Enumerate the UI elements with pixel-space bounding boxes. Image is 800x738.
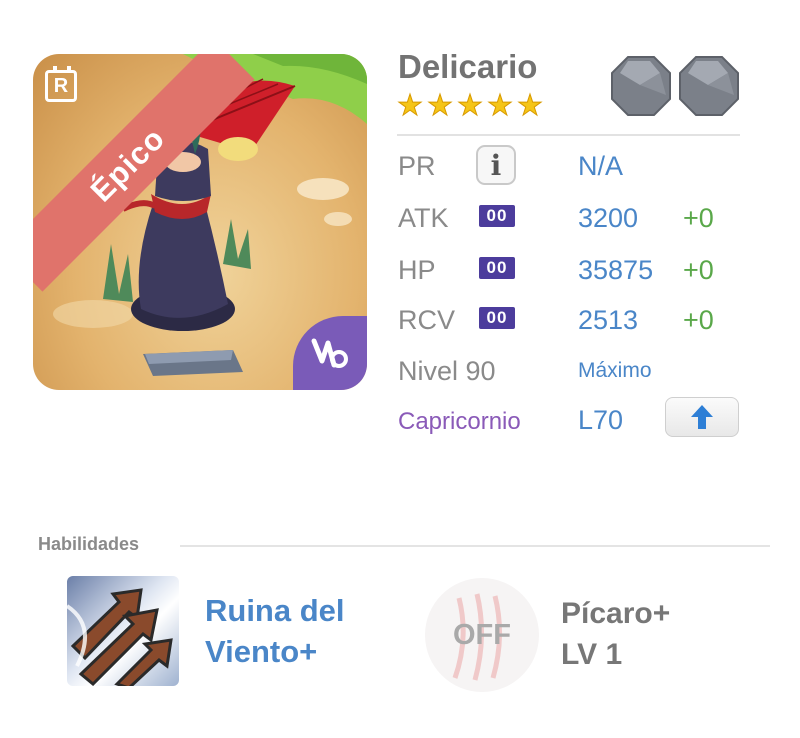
evolution-stone-icon[interactable] xyxy=(678,55,740,117)
hp-value: 35875 xyxy=(578,255,654,285)
star-icon: ★ xyxy=(517,90,544,122)
arrow-up-icon xyxy=(691,405,713,429)
active-skill-icon[interactable] xyxy=(67,576,179,686)
level-status: Máximo xyxy=(578,359,652,382)
passive-skill-icon[interactable]: OFF xyxy=(425,578,539,692)
passive-skill-level: LV 1 xyxy=(561,638,623,671)
active-skill-name-line: Ruina del xyxy=(205,593,345,628)
upgrade-button[interactable] xyxy=(665,397,739,437)
badge-letter: R xyxy=(53,74,69,97)
pr-label: PR xyxy=(398,151,436,181)
rcv-label: RCV xyxy=(398,305,456,335)
passive-skill-name[interactable]: Pícaro+ LV 1 xyxy=(561,593,670,675)
active-skill-name-line: Viento+ xyxy=(205,634,318,669)
hp-plus-badge: 00 xyxy=(479,257,515,279)
star-icon: ★ xyxy=(457,90,484,122)
character-name: Delicario xyxy=(398,48,538,85)
rcv-value: 2513 xyxy=(578,305,639,335)
info-icon[interactable]: i xyxy=(476,145,516,185)
header-divider xyxy=(397,134,740,136)
atk-plus-badge: 00 xyxy=(479,205,515,227)
passive-status: OFF xyxy=(453,618,511,651)
active-skill-name[interactable]: Ruina del Viento+ xyxy=(205,590,405,672)
character-portrait[interactable]: Épico R xyxy=(33,54,367,390)
atk-bonus: +0 xyxy=(683,203,714,233)
star-icon: ★ xyxy=(427,90,454,122)
rcv-plus-badge: 00 xyxy=(479,307,515,329)
pr-value: N/A xyxy=(578,151,624,181)
zodiac-sign-label: Capricornio xyxy=(398,408,521,435)
star-icon: ★ xyxy=(487,90,514,122)
hp-bonus: +0 xyxy=(683,255,714,285)
rental-badge-icon: R xyxy=(45,66,77,102)
atk-label: ATK xyxy=(398,203,449,233)
evolution-stone-icon[interactable] xyxy=(610,55,672,117)
star-rating: ★ ★ ★ ★ ★ xyxy=(397,90,544,122)
skills-section-title: Habilidades xyxy=(38,534,140,554)
atk-value: 3200 xyxy=(578,203,639,233)
hp-label: HP xyxy=(398,255,436,285)
rcv-bonus: +0 xyxy=(683,305,714,335)
section-divider xyxy=(180,545,770,547)
level-label: Nivel 90 xyxy=(398,356,496,386)
passive-skill-name-line: Pícaro+ xyxy=(561,597,671,630)
zodiac-level: L70 xyxy=(578,405,624,435)
star-icon: ★ xyxy=(397,90,424,122)
